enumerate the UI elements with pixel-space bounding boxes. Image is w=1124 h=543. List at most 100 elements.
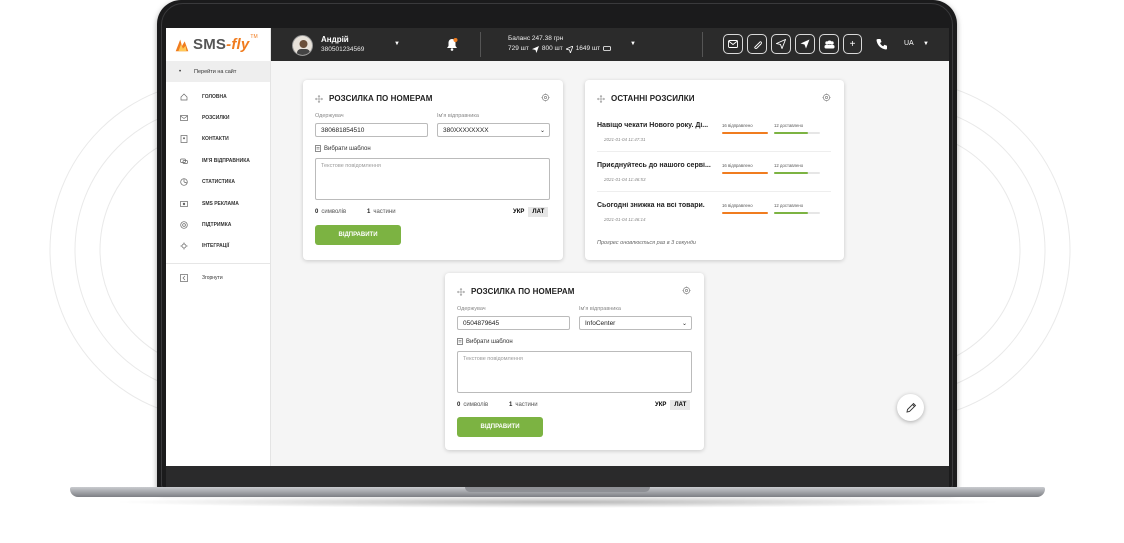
lang-lat-toggle[interactable]: ЛАТ — [528, 207, 549, 217]
delivered-count: 12 доставлено — [774, 163, 804, 168]
ad-icon — [180, 200, 188, 207]
choose-template-link[interactable]: Вибрати шаблон — [457, 338, 513, 345]
laptop-notch — [465, 487, 650, 492]
recipient-input[interactable]: 0504879645 — [457, 316, 570, 330]
sidebar-item-label: РОЗСИЛКИ — [202, 115, 230, 122]
gear-icon[interactable] — [682, 286, 691, 295]
drag-handle-icon[interactable] — [597, 94, 605, 103]
app-screen: SMS-fly TM Андрій 380501234569 ▼ Баланс … — [166, 28, 949, 466]
parts-counter: 1 частини — [509, 402, 538, 408]
delivered-progress-bar — [774, 132, 808, 134]
header-divider — [480, 32, 481, 57]
delivered-count: 12 доставлено — [774, 203, 804, 208]
recent-mailings-card: ОСТАННІ РОЗСИЛКИ Навіщо чекати Нового ро… — [585, 80, 844, 260]
phone-icon[interactable] — [876, 38, 888, 50]
sidebar-item-label: SMS РЕКЛАМА — [202, 200, 239, 207]
sidebar-item-integrations[interactable]: ІНТЕГРАЦІЇ — [166, 236, 270, 257]
logo[interactable]: SMS-fly TM — [166, 28, 271, 61]
sender-select[interactable]: 380XXXXXXXX ⌄ — [437, 123, 550, 137]
lang-lat-toggle[interactable]: ЛАТ — [670, 400, 691, 410]
sent-count: 16 відправлено — [722, 163, 753, 168]
chevron-down-icon: ⌄ — [539, 127, 545, 134]
drag-handle-icon[interactable] — [457, 287, 465, 296]
group-button[interactable] — [819, 34, 839, 54]
header-divider — [702, 32, 703, 57]
sidebar-item-statistics[interactable]: СТАТИСТИКА — [166, 172, 270, 193]
sidebar-item-sender-name[interactable]: ІМ'Я ВІДПРАВНИКА — [166, 150, 270, 171]
sidebar-item-label: ГОЛОВНА — [202, 93, 227, 100]
alphabet-switch: УКР ЛАТ — [509, 207, 549, 217]
sent-progress-bar — [722, 212, 768, 214]
sidebar-collapse[interactable]: Згорнути — [166, 270, 270, 286]
bell-icon[interactable] — [446, 38, 458, 51]
paper-plane-outline-icon — [776, 39, 786, 49]
card-title: РОЗСИЛКА ПО НОМЕРАМ — [315, 94, 432, 103]
edit-fab-button[interactable] — [897, 394, 924, 421]
user-phone: 380501234569 — [321, 46, 365, 53]
collapse-icon — [180, 274, 188, 282]
balance-count-3: 1649 шт — [575, 45, 601, 52]
envelope-icon — [728, 40, 738, 48]
sidebar-goto-site[interactable]: • Перейти на сайт — [166, 61, 270, 82]
recipient-input[interactable]: 380681854510 — [315, 123, 428, 137]
attach-button[interactable] — [747, 34, 767, 54]
stage: SMS-fly TM Андрій 380501234569 ▼ Баланс … — [0, 0, 1124, 543]
envelope-button[interactable] — [723, 34, 743, 54]
delivered-progress-bar — [774, 212, 808, 214]
sidebar-item-mailings[interactable]: РОЗСИЛКИ — [166, 107, 270, 128]
sender-select-value: InfoCenter — [585, 319, 616, 327]
balance-count-1: 729 шт — [508, 45, 529, 52]
send-button[interactable] — [795, 34, 815, 54]
recipient-label: Одержувач — [457, 306, 486, 312]
sender-label: Ім'я відправника — [437, 113, 479, 119]
add-button[interactable]: + — [843, 34, 862, 54]
drag-handle-icon[interactable] — [315, 94, 323, 103]
message-textarea[interactable]: Текстове повідомлення — [457, 351, 692, 393]
send-outline-button[interactable] — [771, 34, 791, 54]
progress-note: Прогрес оновлюється раз в 3 секунди — [597, 240, 696, 246]
sent-count: 16 відправлено — [722, 203, 753, 208]
language-selector[interactable]: UA — [904, 40, 914, 47]
sender-label: Ім'я відправника — [579, 306, 621, 312]
user-menu[interactable]: Андрій 380501234569 — [292, 33, 364, 57]
chat-icon — [603, 46, 612, 51]
sidebar-item-support[interactable]: ПІДТРИМКА — [166, 214, 270, 235]
avatar — [292, 34, 313, 56]
lang-ukr-toggle[interactable]: УКР — [651, 400, 670, 410]
sidebar-item-sms-ads[interactable]: SMS РЕКЛАМА — [166, 193, 270, 214]
mailing-name: Приєднуйтесь до нашого серві... — [597, 162, 711, 169]
delivered-count: 12 доставлено — [774, 123, 804, 128]
send-button[interactable]: ВІДПРАВИТИ — [457, 417, 543, 437]
user-name: Андрій — [321, 35, 349, 44]
gear-icon[interactable] — [822, 93, 831, 102]
send-by-numbers-card: РОЗСИЛКА ПО НОМЕРАМ Одержувач 3806818545… — [303, 80, 563, 260]
card-title-text: ОСТАННІ РОЗСИЛКИ — [611, 94, 695, 103]
sender-icon — [180, 158, 188, 164]
sidebar-item-home[interactable]: ГОЛОВНА — [166, 86, 270, 107]
balance-block[interactable]: Баланс 247.38 грн 729 шт 800 шт 1649 шт — [508, 34, 612, 54]
choose-template-label: Вибрати шаблон — [466, 338, 513, 345]
gear-icon[interactable] — [541, 93, 550, 102]
sidebar-item-label: КОНТАКТИ — [202, 136, 229, 143]
paperclip-icon — [753, 40, 762, 49]
sidebar-goto-site-label: Перейти на сайт — [194, 68, 237, 75]
divider — [597, 191, 831, 192]
lang-ukr-toggle[interactable]: УКР — [509, 207, 528, 217]
sidebar-item-label: ПІДТРИМКА — [202, 222, 232, 229]
language-chevron-down-icon[interactable]: ▼ — [923, 41, 929, 47]
paper-plane-icon — [800, 39, 810, 49]
delivered-progress-bar — [774, 172, 808, 174]
mailing-name: Навіщо чекати Нового року. Ді... — [597, 122, 709, 129]
sent-count: 16 відправлено — [722, 123, 753, 128]
symbols-counter: 0 символів — [315, 209, 347, 215]
dot-icon: • — [178, 68, 182, 75]
balance-chevron-down-icon[interactable]: ▼ — [630, 41, 636, 47]
message-textarea[interactable]: Текстове повідомлення — [315, 158, 550, 200]
document-icon — [315, 145, 321, 152]
sidebar-item-contacts[interactable]: КОНТАКТИ — [166, 129, 270, 150]
card-title-text: РОЗСИЛКА ПО НОМЕРАМ — [471, 287, 575, 296]
send-button[interactable]: ВІДПРАВИТИ — [315, 225, 401, 245]
choose-template-link[interactable]: Вибрати шаблон — [315, 145, 371, 152]
user-chevron-down-icon[interactable]: ▼ — [394, 41, 400, 47]
sender-select[interactable]: InfoCenter ⌄ — [579, 316, 692, 330]
